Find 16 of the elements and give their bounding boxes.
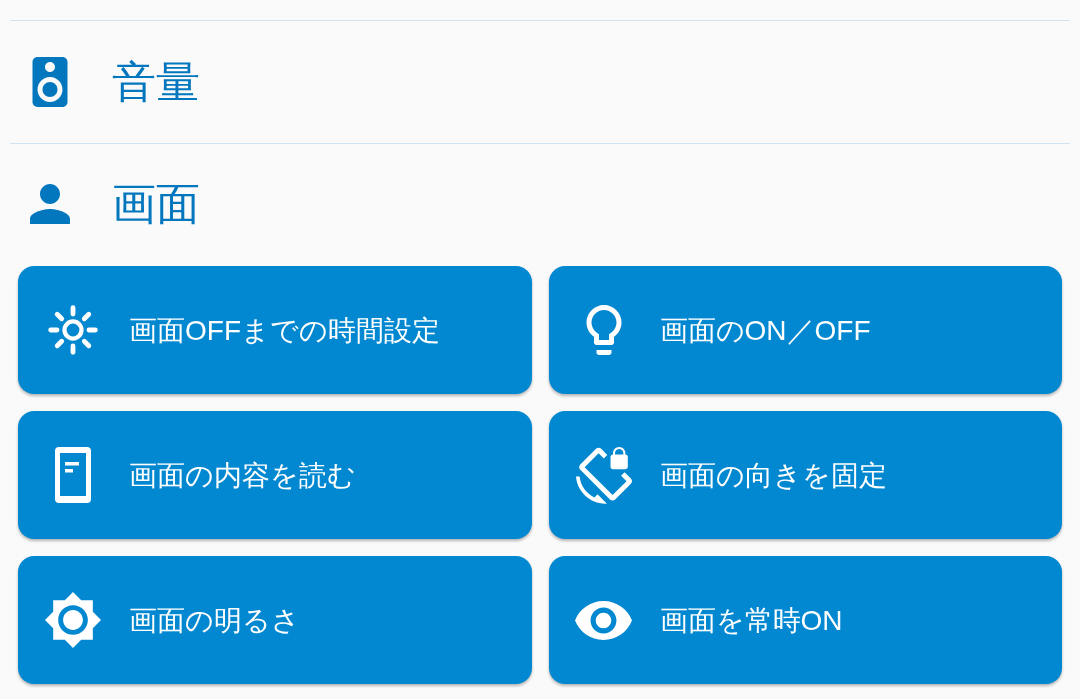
brightness-icon [45, 592, 101, 648]
speaker-icon [32, 57, 68, 107]
section-title: 画面 [112, 182, 200, 226]
setting-button[interactable]: 画面の明るさ [18, 556, 532, 684]
setting-button[interactable]: 画面を常時ON [548, 556, 1062, 684]
phone-document-icon [55, 447, 91, 503]
person-icon [30, 184, 70, 224]
setting-button[interactable]: 画面の向きを固定 [548, 411, 1062, 539]
sun-icon [48, 305, 98, 355]
setting-button[interactable]: 画面の内容を読む [18, 411, 532, 539]
section-title: 音量 [112, 60, 200, 104]
setting-button[interactable]: 画面OFFまでの時間設定 [18, 266, 532, 394]
eye-icon [575, 600, 632, 640]
setting-button[interactable]: 画面のON／OFF [548, 266, 1062, 394]
screen-rotation-lock-icon [575, 446, 632, 504]
lightbulb-icon [585, 305, 622, 355]
